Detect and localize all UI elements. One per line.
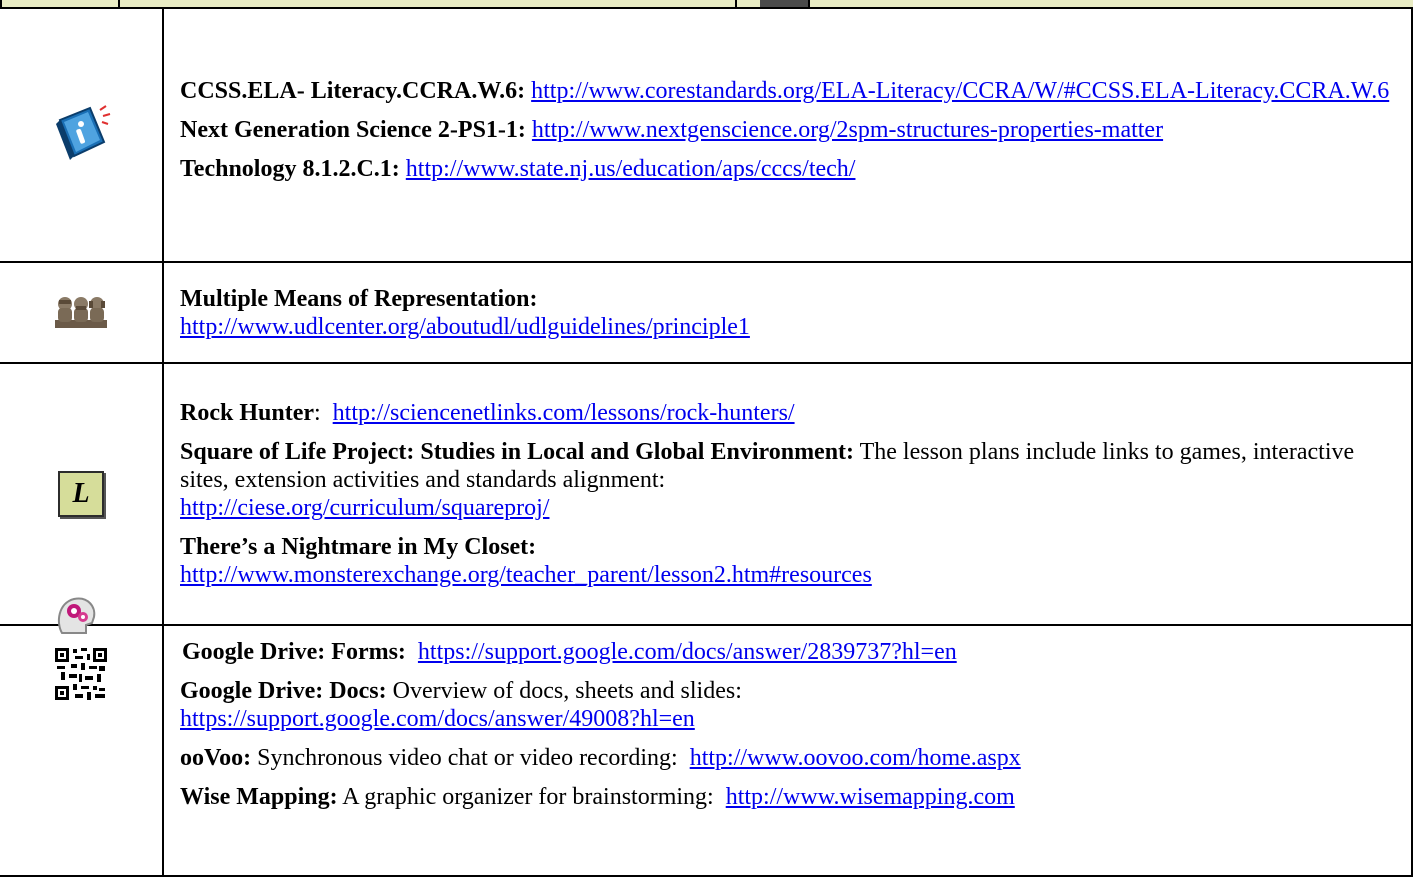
list-item: There’s a Nightmare in My Closet: http://… [180, 533, 1397, 589]
item-label: Wise Mapping: [180, 784, 338, 810]
item-text: A graphic organizer for brainstorming: [337, 784, 714, 810]
item-label: Multiple Means of Representation: [180, 285, 538, 312]
udl-content: Multiple Means of Representation: http://… [162, 261, 1413, 364]
tools-row: Google Drive: Forms: https://support.goo… [0, 624, 1413, 877]
list-item: Wise Mapping: A graphic organizer for br… [180, 783, 1397, 811]
item-label: Next Generation Science 2-PS1-1: [180, 116, 526, 143]
item-link[interactable]: http://www.corestandards.org/ELA-Literac… [531, 78, 1389, 104]
lessons-row: L Rock Hunter: http://sciencenetlinks.co… [0, 362, 1413, 634]
item-link[interactable]: http://www.udlcenter.org/aboutudl/udlgui… [180, 314, 750, 340]
resources-table: CCSS.ELA- Literacy.CCRA.W.6: http://www.… [0, 7, 1413, 877]
item-text: Overview of docs, sheets and slides: [386, 678, 742, 704]
item-label: Google Drive: Forms: [182, 639, 406, 665]
gear-head-icon [52, 593, 102, 642]
standards-row: CCSS.ELA- Literacy.CCRA.W.6: http://www.… [0, 7, 1413, 263]
list-item: Technology 8.1.2.C.1: http://www.state.n… [180, 155, 1397, 183]
item-label: There’s a Nightmare in My Closet: [180, 534, 537, 560]
item-label: Technology 8.1.2.C.1: [180, 155, 400, 182]
list-item: ooVoo: Synchronous video chat or video r… [180, 744, 1397, 772]
list-item: Rock Hunter: http://sciencenetlinks.com/… [180, 399, 1397, 427]
item-link[interactable]: http://www.monsterexchange.org/teacher_p… [180, 562, 872, 588]
list-item: Multiple Means of Representation: http://… [180, 285, 1397, 341]
lesson-l-icon: L [58, 471, 104, 517]
strip-border [0, 0, 2, 7]
strip-border [118, 0, 120, 7]
item-label: Rock Hunter [180, 400, 314, 426]
tools-content: Google Drive: Forms: https://support.goo… [162, 624, 1413, 877]
item-link[interactable]: http://www.state.nj.us/education/aps/ccc… [406, 156, 856, 182]
list-item: CCSS.ELA- Literacy.CCRA.W.6: http://www.… [180, 77, 1397, 105]
strip-dark-cell [760, 0, 808, 7]
item-text: : [314, 400, 321, 426]
strip-border [808, 0, 810, 7]
qr-code-icon [53, 646, 109, 707]
standards-content: CCSS.ELA- Literacy.CCRA.W.6: http://www.… [162, 7, 1413, 263]
item-link[interactable]: http://ciese.org/curriculum/squareproj/ [180, 495, 549, 521]
list-item: Next Generation Science 2-PS1-1: http://… [180, 116, 1397, 144]
list-item: Google Drive: Docs: Overview of docs, sh… [180, 677, 1397, 733]
item-label: Square of Life Project: Studies in Local… [180, 439, 855, 465]
strip-border [735, 0, 737, 7]
item-label: ooVoo: [180, 745, 252, 771]
lessons-content: Rock Hunter: http://sciencenetlinks.com/… [162, 362, 1413, 626]
item-link[interactable]: http://sciencenetlinks.com/lessons/rock-… [333, 400, 795, 426]
item-link[interactable]: https://support.google.com/docs/answer/4… [180, 706, 695, 732]
item-link[interactable]: https://support.google.com/docs/answer/2… [418, 639, 957, 665]
item-label: Google Drive: Docs: [180, 678, 387, 704]
three-monkeys-icon [53, 290, 109, 335]
list-item: Square of Life Project: Studies in Local… [180, 438, 1397, 522]
item-link[interactable]: http://www.wisemapping.com [726, 784, 1015, 810]
icon-cell: L [0, 362, 164, 634]
udl-row: Multiple Means of Representation: http://… [0, 261, 1413, 364]
item-label: CCSS.ELA- Literacy.CCRA.W.6: [180, 77, 526, 104]
info-book-icon [50, 102, 112, 169]
item-link[interactable]: http://www.nextgenscience.org/2spm-struc… [532, 117, 1163, 143]
icon-cell [0, 7, 164, 263]
item-link[interactable]: http://www.oovoo.com/home.aspx [690, 745, 1021, 771]
item-text: Synchronous video chat or video recordin… [251, 745, 678, 771]
list-item: Google Drive: Forms: https://support.goo… [180, 638, 1397, 666]
icon-cell [0, 261, 164, 364]
icon-cell [0, 624, 164, 877]
